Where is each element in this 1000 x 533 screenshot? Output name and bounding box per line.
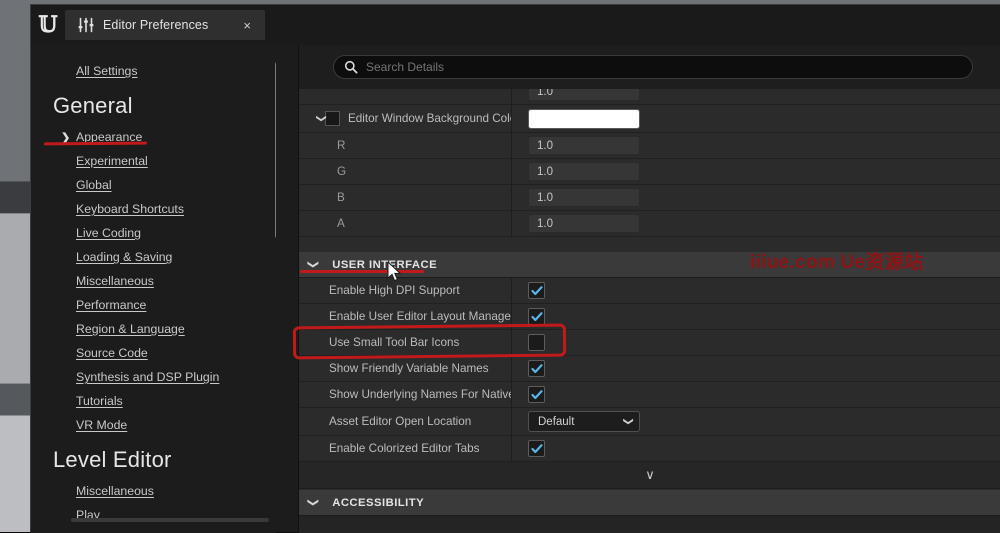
- channel-a-label: A: [299, 211, 512, 236]
- channel-b-input[interactable]: 1.0: [528, 188, 640, 207]
- use-small-tool-bar-icons-checkbox[interactable]: [528, 334, 545, 351]
- editor-window-background-color-label: Editor Window Background Color: [348, 112, 512, 125]
- property-rows: 1.0 ❯ Editor Window Background Color R 1…: [299, 89, 1000, 533]
- row-label-container: Editor Window Background Color: [299, 105, 512, 132]
- sidebar-item-level-play[interactable]: Play: [31, 503, 276, 527]
- row-spacer: [299, 237, 1000, 251]
- sidebar-scrollbar-thumb[interactable]: [275, 61, 276, 239]
- clipped-row-value[interactable]: 1.0: [528, 89, 640, 101]
- search-icon: [344, 60, 358, 74]
- channel-g-input[interactable]: 1.0: [528, 162, 640, 181]
- sidebar-item-live-coding[interactable]: Live Coding: [31, 221, 276, 245]
- table-row[interactable]: G 1.0: [299, 159, 1000, 185]
- settings-sidebar[interactable]: All Settings General ❯ Appearance Experi…: [31, 45, 276, 533]
- channel-r-input[interactable]: 1.0: [528, 136, 640, 155]
- enable-high-dpi-support-checkbox[interactable]: [528, 282, 545, 299]
- channel-b-label: B: [299, 185, 512, 210]
- sliders-icon: [77, 17, 95, 33]
- section-header-user-interface[interactable]: ❯ USER INTERFACE: [299, 251, 1000, 278]
- table-row[interactable]: A 1.0: [299, 211, 1000, 237]
- check-icon: [531, 443, 543, 455]
- table-row[interactable]: Asset Editor Open Location Default ❯: [299, 408, 1000, 436]
- table-row[interactable]: R 1.0: [299, 133, 1000, 159]
- enable-user-editor-layout-management-checkbox[interactable]: [528, 308, 545, 325]
- chevron-down-icon: ❯: [622, 417, 633, 425]
- chevron-down-icon: ❯: [307, 260, 320, 269]
- section-header-accessibility[interactable]: ❯ ACCESSIBILITY: [299, 489, 1000, 516]
- sidebar-item-performance[interactable]: Performance: [31, 293, 276, 317]
- enable-colorized-editor-tabs-label: Enable Colorized Editor Tabs: [299, 436, 512, 461]
- color-preview-icon: [325, 111, 340, 126]
- close-icon[interactable]: ×: [237, 17, 257, 34]
- sidebar-item-experimental[interactable]: Experimental: [31, 149, 276, 173]
- show-underlying-names-for-native-components-label: Show Underlying Names For Native Comp: [299, 382, 512, 407]
- sidebar-category-general: General: [31, 83, 276, 125]
- sidebar-item-synthesis-and-dsp-plugin[interactable]: Synthesis and DSP Plugin: [31, 365, 276, 389]
- sidebar-item-loading-and-saving[interactable]: Loading & Saving: [31, 245, 276, 269]
- details-panel: 1.0 ❯ Editor Window Background Color R 1…: [299, 45, 1000, 533]
- section-title: ACCESSIBILITY: [332, 497, 424, 509]
- check-icon: [531, 311, 543, 323]
- chevron-right-icon[interactable]: ❯: [61, 131, 70, 144]
- asset-editor-open-location-label: Asset Editor Open Location: [299, 408, 512, 435]
- sidebar-row-appearance: ❯ Appearance: [31, 125, 276, 149]
- title-bar: 𝕌 Editor Preferences ×: [31, 5, 1000, 45]
- chevron-down-icon: ❯: [307, 498, 320, 507]
- asset-editor-open-location-dropdown[interactable]: Default ❯: [528, 411, 640, 432]
- enable-user-editor-layout-management-label: Enable User Editor Layout Management: [299, 304, 512, 329]
- search-bar: [299, 45, 1000, 89]
- show-friendly-variable-names-label: Show Friendly Variable Names: [299, 356, 512, 381]
- enable-high-dpi-support-label: Enable High DPI Support: [299, 278, 512, 303]
- sidebar-item-all-settings[interactable]: All Settings: [31, 59, 276, 83]
- sidebar-item-tutorials[interactable]: Tutorials: [31, 389, 276, 413]
- clipped-row-label: [299, 89, 512, 104]
- sidebar-item-level-miscellaneous[interactable]: Miscellaneous: [31, 479, 276, 503]
- dropdown-selected-value: Default: [538, 416, 574, 428]
- sidebar-item-global[interactable]: Global: [31, 173, 276, 197]
- channel-g-label: G: [299, 159, 512, 184]
- sidebar-item-keyboard-shortcuts[interactable]: Keyboard Shortcuts: [31, 197, 276, 221]
- show-underlying-names-for-native-components-checkbox[interactable]: [528, 386, 545, 403]
- channel-r-label: R: [299, 133, 512, 158]
- editor-preferences-window: 𝕌 Editor Preferences × All Settings G: [30, 4, 1000, 532]
- table-row[interactable]: Enable Colorized Editor Tabs: [299, 436, 1000, 462]
- sidebar-category-level-editor: Level Editor: [31, 437, 276, 479]
- enable-colorized-editor-tabs-checkbox[interactable]: [528, 440, 545, 457]
- table-row[interactable]: Use Small Tool Bar Icons: [299, 330, 1000, 356]
- section-title: USER INTERFACE: [332, 259, 437, 271]
- show-friendly-variable-names-checkbox[interactable]: [528, 360, 545, 377]
- table-row[interactable]: Enable High DPI Support: [299, 278, 1000, 304]
- check-icon: [531, 285, 543, 297]
- sidebar-item-vr-mode[interactable]: VR Mode: [31, 413, 276, 437]
- table-row[interactable]: Enable User Editor Layout Management: [299, 304, 1000, 330]
- chevron-down-icon: ∨: [645, 467, 655, 483]
- unreal-engine-logo-icon: 𝕌: [31, 5, 65, 45]
- check-icon: [531, 363, 543, 375]
- chevron-down-icon[interactable]: ❯: [300, 114, 327, 122]
- color-swatch-button[interactable]: [528, 109, 640, 129]
- show-more-properties-button[interactable]: ∨: [299, 462, 1000, 489]
- table-row[interactable]: Show Friendly Variable Names: [299, 356, 1000, 382]
- tab-editor-preferences[interactable]: Editor Preferences ×: [65, 10, 265, 40]
- check-icon: [531, 389, 543, 401]
- tab-title: Editor Preferences: [103, 18, 223, 32]
- sidebar-item-miscellaneous[interactable]: Miscellaneous: [31, 269, 276, 293]
- clipped-property-row: 1.0: [299, 89, 1000, 105]
- sidebar-item-region-and-language[interactable]: Region & Language: [31, 317, 276, 341]
- table-row[interactable]: ❯ Editor Window Background Color: [299, 105, 1000, 133]
- table-row[interactable]: B 1.0: [299, 185, 1000, 211]
- sidebar-item-source-code[interactable]: Source Code: [31, 341, 276, 365]
- sidebar-horizontal-scrollbar[interactable]: [71, 518, 269, 522]
- channel-a-input[interactable]: 1.0: [528, 214, 640, 233]
- search-input[interactable]: [366, 60, 962, 74]
- use-small-tool-bar-icons-label: Use Small Tool Bar Icons: [299, 330, 512, 355]
- table-row[interactable]: Show Underlying Names For Native Comp: [299, 382, 1000, 408]
- search-box[interactable]: [333, 55, 973, 79]
